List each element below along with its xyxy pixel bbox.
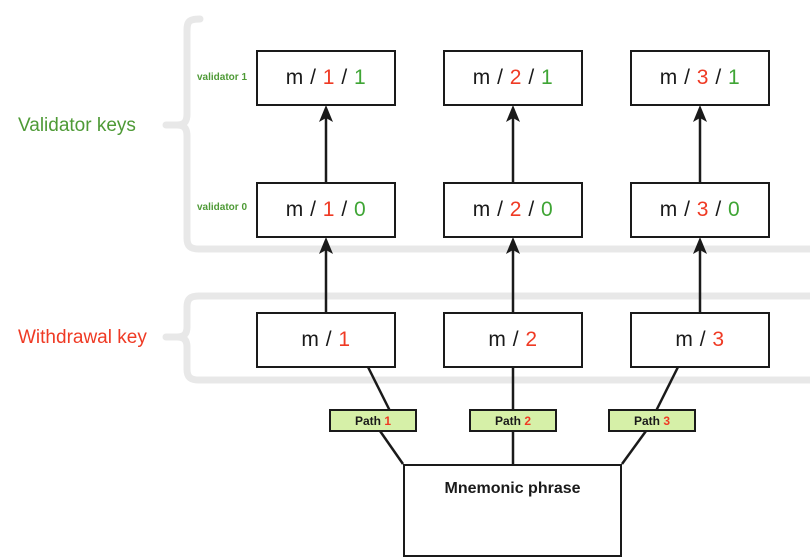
node-suffix: 1 [728, 66, 741, 89]
node-suffix: 1 [354, 66, 367, 89]
node-sep: / [708, 66, 728, 89]
node-index: 3 [696, 198, 709, 221]
node-index: 2 [509, 66, 522, 89]
row-label-validator-1: validator 1 [197, 72, 248, 83]
node-suffix: 0 [728, 198, 741, 221]
node-suffix: 1 [541, 66, 554, 89]
node-withdrawal-col3[interactable]: m / 3 [630, 312, 770, 368]
node-validator0-col2[interactable]: m / 2 / 0 [443, 182, 583, 238]
node-withdrawal-col1[interactable]: m / 1 [256, 312, 396, 368]
path-index: 2 [524, 413, 532, 428]
node-prefix: m / [659, 66, 697, 89]
node-validator0-col3[interactable]: m / 3 / 0 [630, 182, 770, 238]
group-label-validator-keys: Validator keys [18, 115, 136, 136]
node-validator0-col1[interactable]: m / 1 / 0 [256, 182, 396, 238]
node-prefix: m / [285, 66, 323, 89]
node-index: 1 [338, 328, 351, 351]
connector-mnemonic-to-path3 [620, 430, 648, 465]
mnemonic-phrase-box[interactable]: Mnemonic phrase [403, 464, 622, 557]
path-prefix: Path [494, 413, 525, 428]
node-sep: / [521, 198, 541, 221]
path-prefix: Path [354, 413, 385, 428]
path-box-3[interactable]: Path 3 [608, 409, 696, 432]
node-withdrawal-col2[interactable]: m / 2 [443, 312, 583, 368]
path-box-2[interactable]: Path 2 [469, 409, 557, 432]
node-index: 2 [525, 328, 538, 351]
path-prefix: Path [633, 413, 664, 428]
connector-mnemonic-to-path1 [378, 430, 405, 465]
node-sep: / [334, 66, 354, 89]
node-suffix: 0 [354, 198, 367, 221]
node-prefix: m / [301, 328, 339, 351]
connector-path3-to-withdrawal3 [654, 366, 680, 412]
node-index: 1 [322, 198, 335, 221]
node-sep: / [708, 198, 728, 221]
group-label-withdrawal-key: Withdrawal key [18, 327, 147, 348]
node-suffix: 0 [541, 198, 554, 221]
node-prefix: m / [675, 328, 713, 351]
mnemonic-phrase-label: Mnemonic phrase [444, 480, 581, 497]
path-index: 3 [663, 413, 671, 428]
node-prefix: m / [472, 66, 510, 89]
node-validator1-col3[interactable]: m / 3 / 1 [630, 50, 770, 106]
node-prefix: m / [472, 198, 510, 221]
connector-path1-to-withdrawal1 [366, 366, 392, 412]
row-label-validator-0: validator 0 [197, 202, 248, 213]
arrow-v0-to-v1-col2 [506, 105, 520, 184]
node-prefix: m / [285, 198, 323, 221]
node-index: 1 [322, 66, 335, 89]
node-prefix: m / [659, 198, 697, 221]
node-index: 2 [509, 198, 522, 221]
path-index: 1 [384, 413, 392, 428]
node-index: 3 [712, 328, 725, 351]
node-validator1-col2[interactable]: m / 2 / 1 [443, 50, 583, 106]
node-validator1-col1[interactable]: m / 1 / 1 [256, 50, 396, 106]
node-sep: / [334, 198, 354, 221]
path-box-1[interactable]: Path 1 [329, 409, 417, 432]
arrow-v0-to-v1-col3 [693, 105, 707, 184]
node-index: 3 [696, 66, 709, 89]
node-sep: / [521, 66, 541, 89]
diagram-canvas: Validator keys Withdrawal key validator … [0, 0, 810, 557]
node-prefix: m / [488, 328, 526, 351]
arrow-v0-to-v1-col1 [319, 105, 333, 184]
